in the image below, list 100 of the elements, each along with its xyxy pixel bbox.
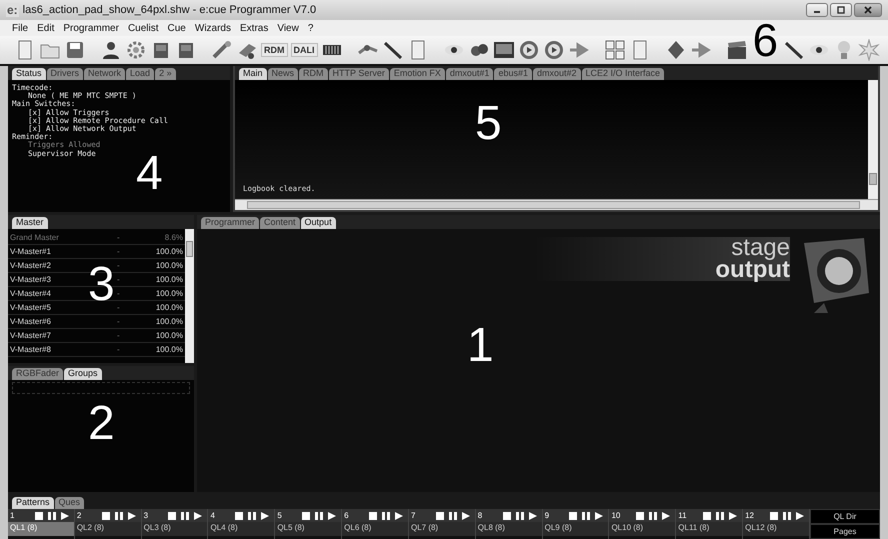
vertical-scrollbar[interactable] [185,229,194,363]
pencil-icon[interactable] [783,39,806,61]
cuelist-slot[interactable]: QL1 (8) [8,522,74,536]
tab[interactable]: Programmer [201,217,260,229]
master-row[interactable]: V-Master#5 - 100.0% [8,301,185,315]
master-dash: - [117,289,121,298]
cuelist-slot[interactable]: QL9 (8) [542,522,608,536]
tab[interactable]: Content [260,217,300,229]
toolbar-button[interactable]: RDM [261,43,288,57]
tab[interactable]: RDM [299,68,328,80]
cuelist-slot[interactable]: QL10 (8) [609,522,676,536]
master-name: V-Master#8 [10,345,52,354]
tab[interactable]: Groups [64,368,102,380]
tab[interactable]: HTTP Server [328,68,389,80]
slot-number: 5 [277,511,282,520]
play-circle-icon[interactable] [542,39,564,61]
cuelist-slot[interactable]: QL12 (8) [743,522,809,536]
play-circle-icon[interactable] [518,39,540,61]
menu-item[interactable]: View [277,22,299,34]
master-name: V-Master#2 [10,261,52,270]
tab[interactable]: Patterns [12,497,54,509]
cuelist-slot[interactable]: QL5 (8) [275,522,342,536]
master-value: 100.0% [154,303,183,312]
master-dash: - [117,247,121,256]
master-name: V-Master#6 [10,317,52,326]
clapperboard-icon[interactable] [726,39,748,61]
master-name: V-Master#5 [10,303,52,312]
tab[interactable]: Main [239,68,267,80]
side-button[interactable]: QL Dir [810,509,880,524]
master-value: 100.0% [154,345,183,354]
cuelist-slot[interactable]: QL3 (8) [142,522,208,536]
master-row[interactable]: V-Master#6 - 100.0% [8,315,185,329]
cuelist-slot[interactable]: QL6 (8) [342,522,408,536]
tab[interactable]: Master [12,217,48,229]
tab[interactable]: LCE2 I/O Interface [582,68,664,80]
tab[interactable]: RGBFader [12,368,64,380]
maximize-button[interactable] [830,3,852,17]
master-value: 100.0% [154,261,183,270]
horizontal-scrollbar[interactable] [235,199,878,210]
master-value: 100.0% [154,247,183,256]
master-row[interactable]: V-Master#1 - 100.0% [8,245,185,259]
tab[interactable]: 2 » [155,68,176,80]
menu-item[interactable]: Cue [168,22,186,34]
callout-number: 4 [136,152,163,196]
master-value: 100.0% [154,275,183,284]
tab[interactable]: Emotion FX [390,68,445,80]
close-button[interactable] [854,3,882,17]
cuelist-slot[interactable]: QL8 (8) [476,522,542,536]
tab[interactable]: Output [300,217,336,229]
maximize-icon [836,6,846,14]
vertical-scrollbar[interactable] [868,80,878,199]
cuelist-slot[interactable]: QL2 (8) [74,522,141,536]
master-row[interactable]: V-Master#7 - 100.0% [8,329,185,343]
cuelist-slot[interactable]: QL7 (8) [408,522,475,536]
slot-number: 10 [611,511,620,520]
master-dash: - [117,303,121,312]
star-burst-icon[interactable] [858,39,880,61]
cuelist-slot[interactable]: QL4 (8) [208,522,274,536]
menu-item[interactable]: File [12,22,28,34]
gear-icon[interactable] [125,39,147,61]
tab[interactable]: Status [12,68,46,80]
tab[interactable]: News [268,68,298,80]
menu-item[interactable]: Wizards [194,22,231,34]
tab[interactable]: Drivers [46,68,84,80]
grid-icon[interactable] [604,39,626,61]
master-dash: - [117,275,121,284]
menu-item[interactable]: Edit [37,22,54,34]
tab[interactable]: Ques [54,497,84,509]
tab[interactable]: ebus#1 [494,68,532,80]
minimize-button[interactable] [806,3,828,17]
callout-number: 6 [752,23,778,57]
master-row[interactable]: V-Master#8 - 100.0% [8,343,185,357]
master-name: V-Master#3 [10,275,52,284]
tab[interactable]: Network [84,68,126,80]
master-value: 8.6% [164,233,183,242]
toolbar-button[interactable]: DALI [290,43,318,57]
cuelist-slot[interactable]: QL11 (8) [676,522,742,536]
slot-number: 3 [144,511,148,520]
side-button[interactable]: Pages [810,524,880,539]
tab[interactable]: dmxout#2 [532,68,580,80]
menu-item[interactable]: Programmer [63,22,119,34]
callout-number: 1 [467,324,494,368]
close-icon [863,6,873,14]
slot-number: 1 [10,511,14,520]
callout-number: 5 [475,102,502,146]
pencil-icon[interactable] [382,39,404,61]
master-value: 100.0% [154,331,183,340]
film-frame-icon[interactable] [492,39,514,61]
master-value: 100.0% [154,317,183,326]
slot-number: 2 [76,511,82,520]
tab[interactable]: Load [126,68,154,80]
master-row[interactable]: Grand Master - 8.6% [8,231,185,245]
master-dash: - [117,261,121,270]
menu-item[interactable]: Extras [240,22,268,34]
tab[interactable]: dmxout#1 [446,68,494,80]
master-value: 100.0% [154,289,183,298]
menu-item[interactable]: ? [308,22,314,34]
slot-number: 7 [410,511,416,520]
person-icon[interactable] [100,39,122,61]
menu-item[interactable]: Cuelist [128,22,159,34]
